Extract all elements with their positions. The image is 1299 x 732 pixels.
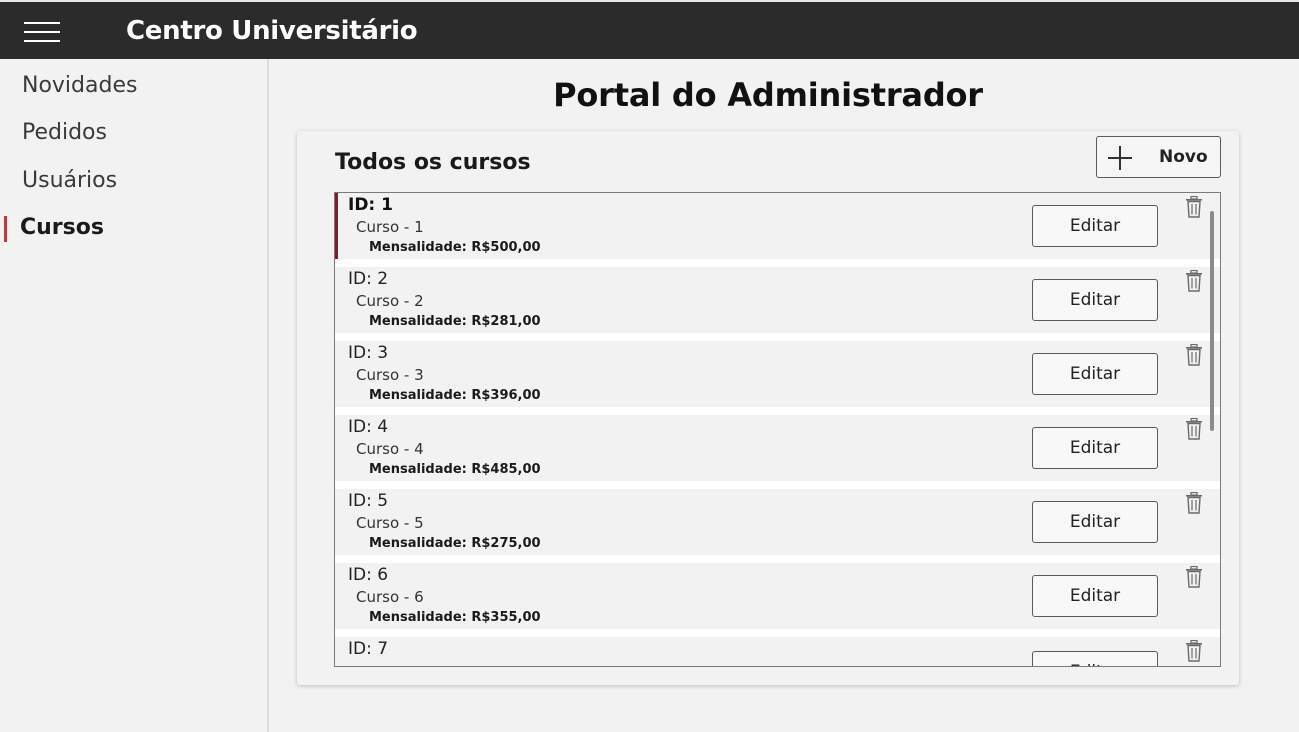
sidebar-item-label: Novidades bbox=[22, 73, 138, 98]
course-fee: Mensalidade: R$275,00 bbox=[369, 536, 541, 551]
sidebar-item-pedidos[interactable]: Pedidos bbox=[0, 110, 266, 154]
course-id: ID: 1 bbox=[348, 195, 393, 215]
course-name: Curso - 5 bbox=[356, 514, 424, 532]
sidebar-item-novidades[interactable]: Novidades bbox=[0, 63, 266, 107]
course-fee: Mensalidade: R$355,00 bbox=[369, 610, 541, 625]
courses-card: Todos os cursos Novo ID: 1 Curso - 1 Men… bbox=[297, 131, 1239, 685]
course-name: Curso - 1 bbox=[356, 218, 424, 236]
course-name: Curso - 6 bbox=[356, 588, 424, 606]
course-fee: Mensalidade: R$500,00 bbox=[369, 240, 541, 255]
course-fee: Mensalidade: R$281,00 bbox=[369, 314, 541, 329]
edit-button[interactable]: Editar bbox=[1032, 501, 1158, 543]
selection-indicator bbox=[335, 193, 338, 259]
page-title: Portal do Administrador bbox=[553, 76, 983, 114]
edit-button[interactable]: Editar bbox=[1032, 427, 1158, 469]
course-id: ID: 6 bbox=[348, 565, 389, 585]
plus-icon bbox=[1108, 146, 1132, 170]
trash-icon[interactable] bbox=[1184, 492, 1204, 514]
list-item[interactable]: ID: 5 Curso - 5 Mensalidade: R$275,00 Ed… bbox=[335, 489, 1220, 555]
hamburger-icon[interactable] bbox=[20, 18, 64, 48]
new-button-label: Novo bbox=[1159, 147, 1208, 167]
edit-button[interactable]: Editar bbox=[1032, 353, 1158, 395]
sidebar: Novidades Pedidos Usuários Cursos bbox=[0, 59, 269, 732]
edit-button[interactable]: Editar bbox=[1032, 205, 1158, 247]
list-item[interactable]: ID: 4 Curso - 4 Mensalidade: R$485,00 Ed… bbox=[335, 415, 1220, 481]
new-course-button[interactable]: Novo bbox=[1096, 136, 1221, 178]
list-scrollbar[interactable] bbox=[1210, 211, 1214, 431]
trash-icon[interactable] bbox=[1184, 418, 1204, 440]
edit-button[interactable]: Editar bbox=[1032, 575, 1158, 617]
edit-button[interactable]: Editar bbox=[1032, 651, 1158, 666]
list-item[interactable]: ID: 6 Curso - 6 Mensalidade: R$355,00 Ed… bbox=[335, 563, 1220, 629]
trash-icon[interactable] bbox=[1184, 566, 1204, 588]
app-title: Centro Universitário bbox=[126, 16, 418, 46]
courses-title: Todos os cursos bbox=[335, 150, 531, 175]
courses-list[interactable]: ID: 1 Curso - 1 Mensalidade: R$500,00 Ed… bbox=[334, 192, 1221, 667]
edit-button[interactable]: Editar bbox=[1032, 279, 1158, 321]
course-id: ID: 2 bbox=[348, 269, 389, 289]
trash-icon[interactable] bbox=[1184, 640, 1204, 662]
course-name: Curso - 2 bbox=[356, 292, 424, 310]
active-indicator bbox=[4, 216, 7, 242]
course-id: ID: 7 bbox=[348, 639, 389, 659]
trash-icon[interactable] bbox=[1184, 270, 1204, 292]
list-item[interactable]: ID: 1 Curso - 1 Mensalidade: R$500,00 Ed… bbox=[335, 193, 1220, 259]
list-item[interactable]: ID: 7 Editar bbox=[335, 637, 1220, 666]
course-fee: Mensalidade: R$396,00 bbox=[369, 388, 541, 403]
sidebar-item-label: Usuários bbox=[22, 168, 118, 193]
sidebar-item-label: Pedidos bbox=[22, 120, 107, 145]
list-item[interactable]: ID: 3 Curso - 3 Mensalidade: R$396,00 Ed… bbox=[335, 341, 1220, 407]
course-id: ID: 5 bbox=[348, 491, 389, 511]
trash-icon[interactable] bbox=[1184, 196, 1204, 218]
course-id: ID: 3 bbox=[348, 343, 389, 363]
trash-icon[interactable] bbox=[1184, 344, 1204, 366]
sidebar-item-usuarios[interactable]: Usuários bbox=[0, 158, 266, 202]
sidebar-item-label: Cursos bbox=[20, 215, 104, 240]
course-name: Curso - 3 bbox=[356, 366, 424, 384]
course-id: ID: 4 bbox=[348, 417, 389, 437]
course-name: Curso - 4 bbox=[356, 440, 424, 458]
sidebar-item-cursos[interactable]: Cursos bbox=[0, 205, 266, 249]
title-bar: Centro Universitário bbox=[0, 0, 1299, 59]
list-item[interactable]: ID: 2 Curso - 2 Mensalidade: R$281,00 Ed… bbox=[335, 267, 1220, 333]
course-fee: Mensalidade: R$485,00 bbox=[369, 462, 541, 477]
